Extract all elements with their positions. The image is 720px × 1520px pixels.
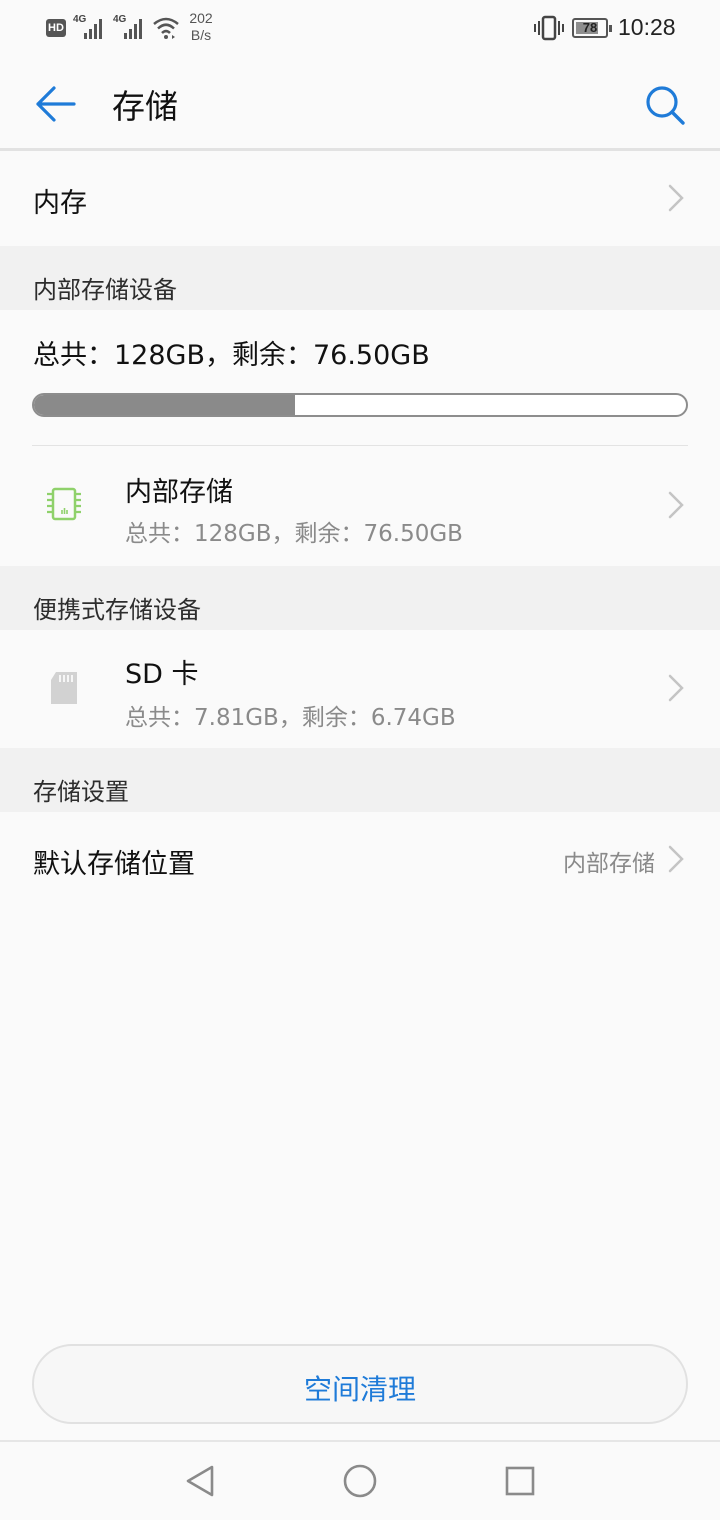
signal-icon: [124, 17, 148, 39]
search-icon[interactable]: [644, 84, 686, 126]
status-bar: HD 4G 4G 202 B/s 78 10:28: [0, 0, 720, 56]
storage-usage-bar: [32, 393, 688, 417]
chevron-right-icon: [668, 491, 684, 519]
app-bar: 存储: [0, 56, 720, 150]
sd-card-item[interactable]: SD 卡 总共：7.81GB，剩余：6.74GB: [0, 630, 720, 748]
navigation-bar: [0, 1442, 720, 1520]
internal-storage-item[interactable]: 内部存储 总共：128GB，剩余：76.50GB: [0, 446, 720, 566]
memory-label: 内存: [33, 188, 87, 219]
clean-up-label: 空间清理: [303, 1373, 416, 1406]
section-header-portable: 便携式存储设备: [0, 566, 720, 630]
arrow-left-icon[interactable]: [34, 84, 76, 124]
section-header-label: 便携式存储设备: [33, 596, 201, 624]
chip-icon: [47, 487, 81, 521]
default-storage-location-row[interactable]: 默认存储位置 内部存储: [0, 812, 720, 906]
clean-up-button[interactable]: 空间清理: [32, 1344, 688, 1424]
home-nav-icon[interactable]: [342, 1463, 378, 1499]
internal-storage-title: 内部存储: [125, 477, 233, 508]
storage-usage-fill: [34, 395, 295, 415]
default-storage-location-value: 内部存储: [563, 851, 655, 877]
section-header-settings: 存储设置: [0, 748, 720, 812]
default-storage-location-label: 默认存储位置: [33, 849, 195, 880]
sd-card-subtitle: 总共：7.81GB，剩余：6.74GB: [125, 705, 456, 731]
chevron-right-icon: [668, 845, 684, 873]
recents-nav-icon[interactable]: [504, 1465, 536, 1497]
hd-badge: HD: [46, 19, 66, 37]
memory-row[interactable]: 内存: [0, 151, 720, 246]
sd-card-icon: [51, 672, 77, 704]
wifi-icon: [153, 17, 179, 39]
section-header-label: 内部存储设备: [33, 276, 177, 304]
chevron-right-icon: [668, 184, 684, 212]
battery-icon: 78: [572, 18, 612, 38]
vibrate-icon: [534, 15, 564, 41]
internal-storage-subtitle: 总共：128GB，剩余：76.50GB: [125, 521, 463, 547]
chevron-right-icon: [668, 674, 684, 702]
back-nav-icon[interactable]: [184, 1464, 216, 1498]
internal-total-summary: 总共：128GB，剩余：76.50GB: [33, 340, 430, 371]
signal-icon: [84, 17, 108, 39]
clock: 10:28: [618, 14, 676, 40]
section-header-internal: 内部存储设备: [0, 246, 720, 310]
section-header-label: 存储设置: [33, 778, 129, 806]
network-speed: 202 B/s: [189, 10, 213, 43]
page-title: 存储: [112, 87, 178, 126]
battery-level: 78: [582, 20, 598, 35]
sd-card-title: SD 卡: [125, 659, 199, 690]
